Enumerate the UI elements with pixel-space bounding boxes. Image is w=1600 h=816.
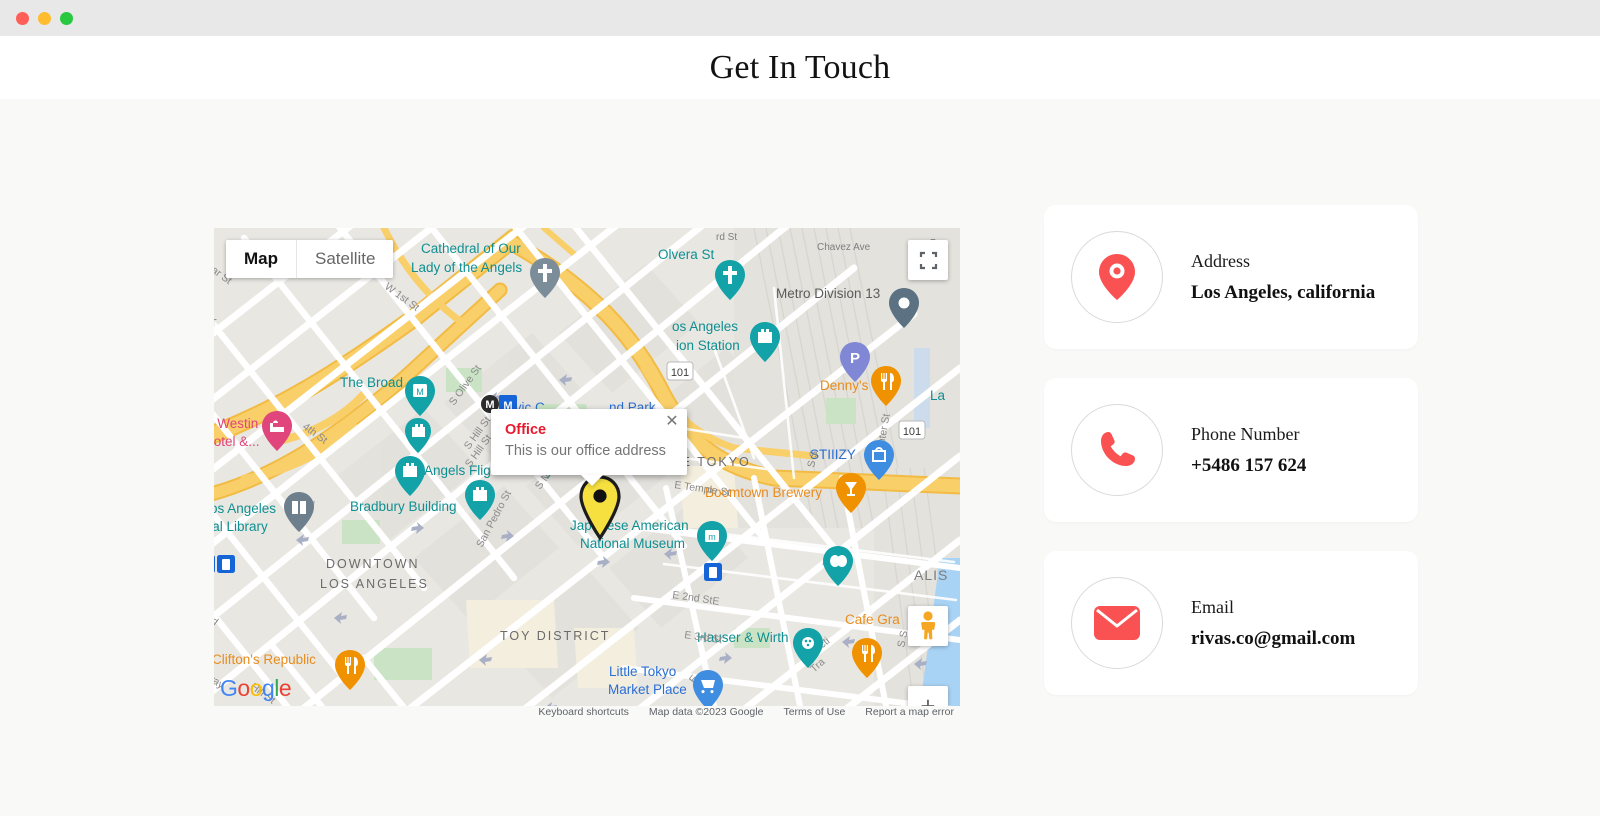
contact-cards: Address Los Angeles, california Phone Nu… (1044, 205, 1418, 695)
svg-text:LOS ANGELES: LOS ANGELES (320, 577, 429, 591)
email-value: rivas.co@gmail.com (1191, 627, 1356, 649)
info-window-close-icon[interactable]: ✕ (663, 413, 681, 431)
svg-text:Little Tokyo: Little Tokyo (609, 664, 676, 679)
svg-text:M: M (416, 387, 424, 397)
browser-window: Get In Touch .rd { stroke:#ffffff; fill:… (0, 0, 1600, 816)
contact-card-address[interactable]: Address Los Angeles, california (1044, 205, 1418, 349)
maximize-window-button[interactable] (60, 11, 73, 25)
phone-icon-circle (1071, 404, 1163, 496)
phone-value: +5486 157 624 (1191, 454, 1307, 476)
address-value: Los Angeles, california (1191, 281, 1376, 303)
svg-text:Olvera St: Olvera St (658, 247, 715, 262)
email-text: Email rivas.co@gmail.com (1191, 597, 1355, 650)
phone-icon (1101, 432, 1135, 466)
svg-text:Chavez Ave: Chavez Ave (817, 242, 871, 253)
svg-text:ALIS: ALIS (914, 567, 948, 583)
map-attribution: Keyboard shortcuts Map data ©2023 Google… (214, 706, 960, 718)
google-logo: Google (220, 675, 292, 701)
svg-text:Cathedral of Our: Cathedral of Our (421, 241, 521, 256)
address-icon-circle (1071, 231, 1163, 323)
map-type-satellite-button[interactable]: Satellite (297, 240, 394, 278)
map-zoom-in-button[interactable]: + (908, 686, 948, 707)
svg-text:os Angeles: os Angeles (672, 319, 738, 334)
map-street-view-pegman[interactable] (908, 606, 948, 646)
main-content: .rd { stroke:#ffffff; fill:none; stroke-… (0, 99, 1600, 816)
svg-text:101: 101 (671, 367, 689, 379)
svg-text:Cafe Gra: Cafe Gra (845, 612, 900, 627)
svg-text:e Westin: e Westin (214, 416, 258, 431)
svg-text:os Angeles: os Angeles (214, 501, 276, 516)
attribution-terms-of-use[interactable]: Terms of Use (783, 706, 845, 718)
svg-text:Clifton's Republic: Clifton's Republic (214, 652, 316, 667)
minimize-window-button[interactable] (38, 11, 51, 25)
email-icon-circle (1071, 577, 1163, 669)
svg-text:P: P (850, 350, 860, 367)
svg-text:Market Place: Market Place (608, 682, 687, 697)
info-window-title: Office (505, 422, 547, 438)
location-pin-icon (1099, 254, 1135, 300)
attribution-keyboard-shortcuts[interactable]: Keyboard shortcuts (538, 706, 628, 718)
svg-text:tral Library: tral Library (214, 519, 268, 534)
svg-text:TOY DISTRICT: TOY DISTRICT (500, 629, 610, 643)
svg-text:DOWNTOWN: DOWNTOWN (326, 557, 420, 571)
svg-text:Bradbury Building: Bradbury Building (350, 499, 457, 514)
info-window-body: This is our office address (505, 443, 666, 459)
close-window-button[interactable] (16, 11, 29, 25)
address-label: Address (1191, 250, 1250, 271)
svg-text:ST: ST (214, 318, 217, 329)
map-type-map-button[interactable]: Map (226, 240, 296, 278)
email-label: Email (1191, 596, 1234, 617)
svg-text:101: 101 (903, 426, 921, 438)
traffic-lights (16, 11, 73, 25)
map-info-window[interactable]: ✕ Office This is our office address (491, 409, 687, 476)
page-header: Get In Touch (0, 36, 1600, 99)
envelope-icon (1094, 606, 1140, 640)
svg-text:rd St: rd St (716, 232, 737, 243)
contact-card-email[interactable]: Email rivas.co@gmail.com (1044, 551, 1418, 695)
phone-text: Phone Number +5486 157 624 (1191, 424, 1306, 477)
svg-text:The Broad: The Broad (340, 375, 403, 390)
svg-text:Metro Division 13: Metro Division 13 (776, 286, 880, 301)
attribution-map-data: Map data ©2023 Google (648, 706, 764, 718)
svg-text:Denny's: Denny's (820, 378, 869, 393)
svg-text:Hotel &...: Hotel &... (214, 434, 260, 449)
window-titlebar (0, 0, 1600, 36)
phone-label: Phone Number (1191, 423, 1300, 444)
address-text: Address Los Angeles, california (1191, 251, 1375, 304)
svg-text:m: m (708, 532, 716, 542)
pegman-icon (921, 611, 936, 640)
map-zoom-controls[interactable]: + − (908, 686, 948, 706)
google-map[interactable]: .rd { stroke:#ffffff; fill:none; stroke-… (214, 228, 960, 706)
svg-text:La: La (930, 388, 946, 403)
map-type-control[interactable]: Map Satellite (226, 240, 394, 278)
svg-text:ion Station: ion Station (676, 338, 740, 353)
contact-card-phone[interactable]: Phone Number +5486 157 624 (1044, 378, 1418, 522)
svg-text:Lady of the Angels: Lady of the Angels (411, 260, 522, 275)
attribution-report-error[interactable]: Report a map error (865, 706, 954, 718)
page-title: Get In Touch (709, 48, 891, 86)
fullscreen-icon (919, 251, 937, 269)
map-fullscreen-button[interactable] (908, 240, 948, 280)
